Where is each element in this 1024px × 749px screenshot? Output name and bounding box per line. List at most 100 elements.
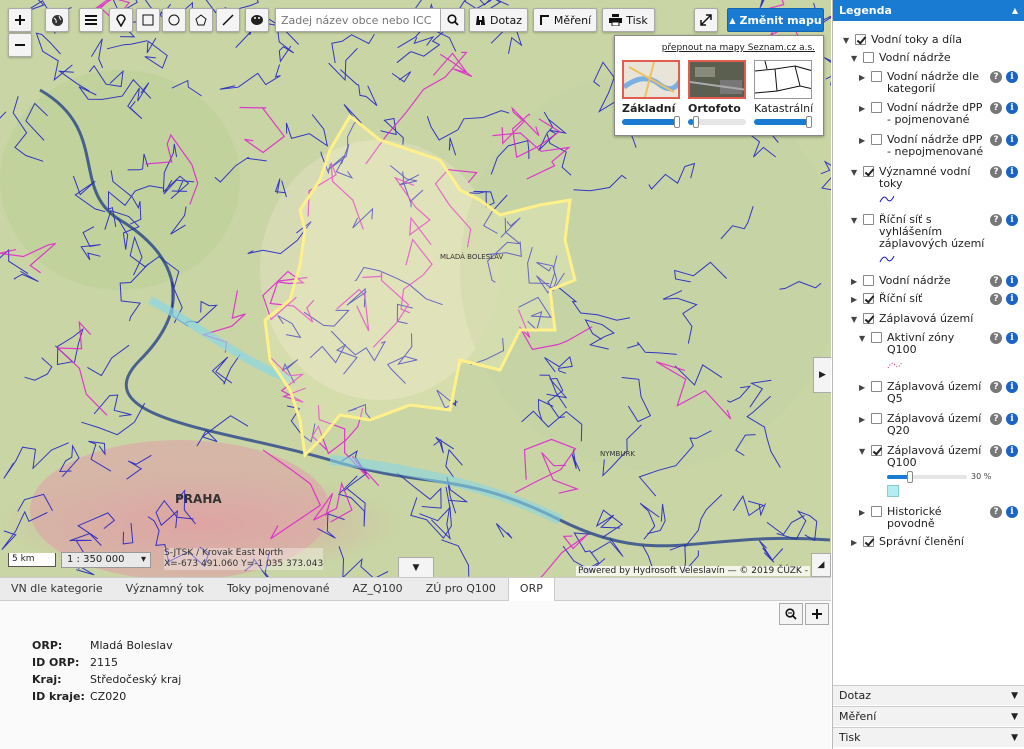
collapse-bottom-panel-button[interactable]: ▼ [398, 557, 434, 577]
help-icon[interactable]: ? [990, 275, 1002, 287]
info-icon[interactable]: i [1006, 332, 1018, 344]
help-icon[interactable]: ? [990, 445, 1002, 457]
help-icon[interactable]: ? [990, 166, 1002, 178]
legend-checkbox[interactable] [871, 102, 882, 113]
legend-checkbox[interactable] [863, 313, 874, 324]
search-button[interactable] [440, 9, 464, 31]
caret-down-icon[interactable]: ▼ [843, 35, 849, 47]
info-icon[interactable]: i [1006, 381, 1018, 393]
caret-down-icon[interactable]: ▼ [851, 314, 857, 326]
basemap-zakladni-opacity-slider[interactable] [622, 116, 680, 128]
basemap-zakladni-thumb[interactable] [622, 60, 680, 99]
change-map-button[interactable]: ▲ Změnit mapu [727, 8, 824, 32]
help-icon[interactable]: ? [990, 332, 1002, 344]
info-icon[interactable]: i [1006, 71, 1018, 83]
caret-down-icon[interactable]: ▼ [851, 53, 857, 65]
legend-checkbox[interactable] [855, 34, 866, 45]
info-icon[interactable]: i [1006, 275, 1018, 287]
style-button[interactable] [245, 8, 269, 32]
add-button[interactable] [805, 603, 829, 625]
resize-corner-button[interactable]: ◢ [811, 553, 831, 577]
basemap-katastralni-opacity-slider[interactable] [754, 116, 812, 128]
info-icon[interactable]: i [1006, 293, 1018, 305]
caret-right-icon[interactable]: ▶ [859, 382, 865, 394]
basemap-katastralni[interactable]: Katastrální [754, 60, 813, 134]
legend-header[interactable]: Legenda ▲ [833, 0, 1024, 21]
search-box[interactable] [275, 8, 465, 32]
print-button[interactable]: Tisk [602, 8, 655, 32]
basemap-ortofoto-opacity-slider[interactable] [688, 116, 746, 128]
help-icon[interactable]: ? [990, 413, 1002, 425]
globe-button[interactable] [45, 8, 69, 32]
tab-3[interactable]: AZ_Q100 [341, 578, 414, 600]
accordion-2[interactable]: Tisk ▼ [833, 727, 1024, 747]
zoom-out-button[interactable] [8, 33, 32, 57]
help-icon[interactable]: ? [990, 506, 1002, 518]
help-icon[interactable]: ? [990, 214, 1002, 226]
caret-right-icon[interactable]: ▶ [859, 135, 865, 147]
basemap-zakladni[interactable]: Základní [622, 60, 680, 134]
help-icon[interactable]: ? [990, 102, 1002, 114]
tab-4[interactable]: ZÚ pro Q100 [415, 578, 508, 600]
legend-checkbox[interactable] [871, 445, 882, 456]
info-icon[interactable]: i [1006, 102, 1018, 114]
zoom-to-feature-button[interactable] [779, 603, 803, 625]
info-icon[interactable]: i [1006, 134, 1018, 146]
help-icon[interactable]: ? [990, 71, 1002, 83]
help-icon[interactable]: ? [990, 381, 1002, 393]
caret-right-icon[interactable]: ▶ [859, 72, 865, 84]
basemap-ortofoto[interactable]: Ortofoto [688, 60, 746, 134]
collapse-legend-button[interactable]: ▶ [813, 357, 831, 393]
info-icon[interactable]: i [1006, 445, 1018, 457]
search-input[interactable] [276, 9, 440, 31]
query-button[interactable]: Dotaz [469, 8, 528, 32]
legend-checkbox[interactable] [871, 381, 882, 392]
switch-seznam-link[interactable]: přepnout na mapy Seznam.cz a.s. [662, 43, 815, 53]
menu-button[interactable] [79, 8, 103, 32]
legend-checkbox[interactable] [863, 214, 874, 225]
measure-button[interactable]: Měření [533, 8, 597, 32]
legend-checkbox[interactable] [871, 134, 882, 145]
caret-down-icon[interactable]: ▼ [859, 333, 865, 345]
caret-down-icon[interactable]: ▼ [851, 215, 857, 227]
legend-checkbox[interactable] [863, 166, 874, 177]
draw-rectangle-button[interactable] [136, 8, 160, 32]
basemap-ortofoto-thumb[interactable] [688, 60, 746, 99]
caret-down-icon[interactable]: ▼ [859, 446, 865, 458]
tab-1[interactable]: Významný tok [115, 578, 216, 600]
slider-handle[interactable] [693, 116, 699, 128]
info-icon[interactable]: i [1006, 506, 1018, 518]
draw-circle-button[interactable] [162, 8, 186, 32]
map-view[interactable]: PRAHA MLADÁ BOLESLAV NYMBURK Dotaz Měřen… [0, 0, 831, 577]
tab-2[interactable]: Toky pojmenované [216, 578, 342, 600]
caret-down-icon[interactable]: ▼ [851, 167, 857, 179]
slider-handle[interactable] [806, 116, 812, 128]
info-icon[interactable]: i [1006, 166, 1018, 178]
tab-0[interactable]: VN dle kategorie [0, 578, 115, 600]
draw-polygon-button[interactable] [189, 8, 213, 32]
fullscreen-button[interactable] [694, 8, 718, 32]
legend-checkbox[interactable] [863, 275, 874, 286]
slider-handle[interactable] [674, 116, 680, 128]
caret-right-icon[interactable]: ▶ [851, 276, 857, 288]
draw-line-button[interactable] [216, 8, 240, 32]
help-icon[interactable]: ? [990, 134, 1002, 146]
draw-point-button[interactable] [109, 8, 133, 32]
zoom-in-button[interactable] [8, 8, 32, 32]
caret-right-icon[interactable]: ▶ [851, 537, 857, 549]
legend-checkbox[interactable] [871, 506, 882, 517]
slider-handle[interactable] [907, 471, 913, 483]
basemap-katastralni-thumb[interactable] [754, 60, 812, 99]
legend-checkbox[interactable] [863, 293, 874, 304]
accordion-0[interactable]: Dotaz ▼ [833, 685, 1024, 705]
info-icon[interactable]: i [1006, 413, 1018, 425]
caret-right-icon[interactable]: ▶ [851, 294, 857, 306]
legend-checkbox[interactable] [871, 71, 882, 82]
caret-right-icon[interactable]: ▶ [859, 507, 865, 519]
legend-checkbox[interactable] [863, 52, 874, 63]
scale-select[interactable]: 1 : 350 000 ▾ [61, 552, 151, 568]
info-icon[interactable]: i [1006, 214, 1018, 226]
caret-right-icon[interactable]: ▶ [859, 103, 865, 115]
legend-checkbox[interactable] [871, 413, 882, 424]
accordion-1[interactable]: Měření ▼ [833, 706, 1024, 726]
